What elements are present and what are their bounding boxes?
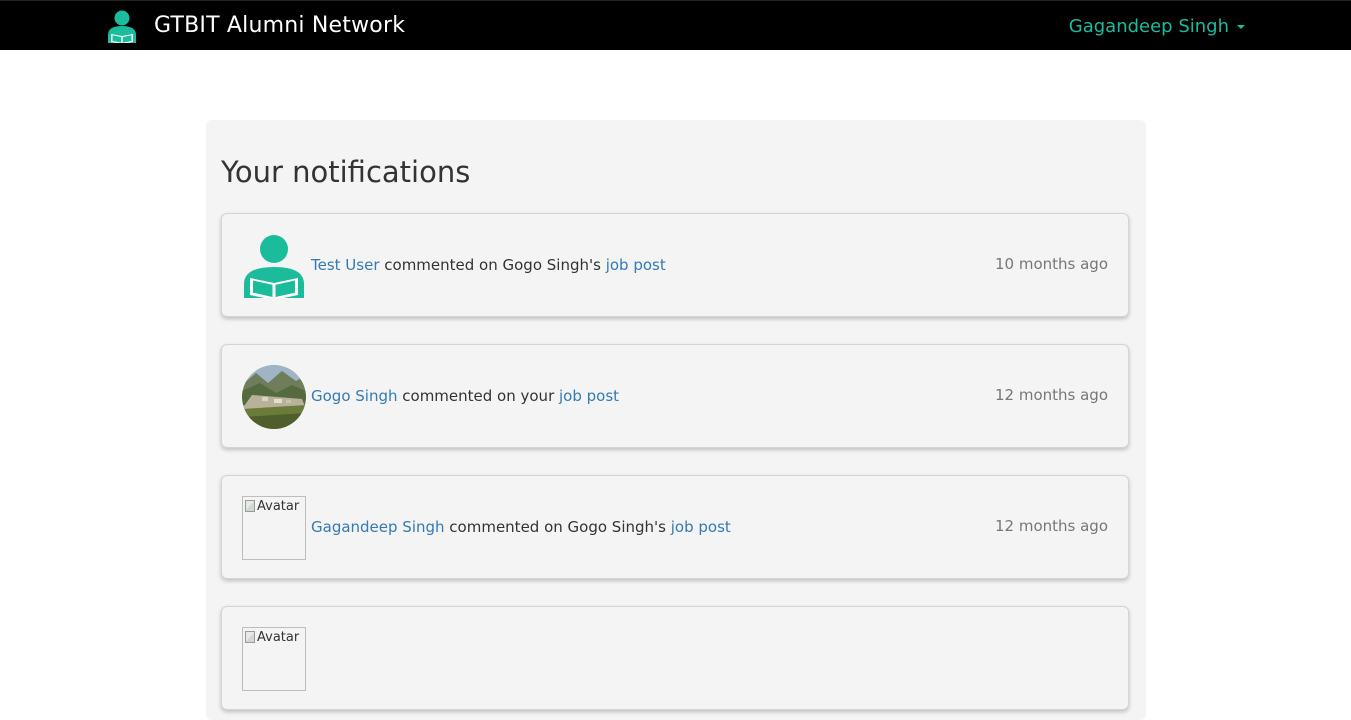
notification-time: 12 months ago [994,386,1108,404]
actor-link[interactable]: Gogo Singh [311,387,398,405]
notification-action: commented on your [397,387,559,405]
notification-card: Avatar [221,606,1129,710]
job-post-link[interactable]: job post [559,387,619,405]
notification-time: 12 months ago [994,517,1108,535]
notifications-panel: Your notifications Test User commented o… [206,120,1146,720]
broken-image-icon [245,500,255,512]
broken-image-icon [245,631,255,643]
notification-card: Avatar Gagandeep Singh commented on Gogo… [221,475,1129,579]
landscape-photo-avatar [242,365,306,429]
job-post-link[interactable]: job post [606,256,666,274]
page-title: Your notifications [221,155,471,189]
reader-user-icon [244,235,304,298]
brand-link[interactable]: GTBIT Alumni Network [105,9,405,43]
brand-title: GTBIT Alumni Network [154,13,406,38]
user-name: Gagandeep Singh [1068,15,1229,37]
notification-time: 10 months ago [994,255,1108,273]
notification-card: Test User commented on Gogo Singh's job … [221,213,1129,317]
avatar-alt-text: Avatar [257,499,300,514]
notification-action: commented on Gogo Singh's [444,518,671,536]
job-post-link[interactable]: job post [671,518,731,536]
avatar-alt-text: Avatar [257,630,300,645]
notification-message: Gagandeep Singh commented on Gogo Singh'… [311,476,731,578]
actor-link[interactable]: Test User [311,256,380,274]
actor-link[interactable]: Gagandeep Singh [311,518,445,536]
notification-card: Gogo Singh commented on your job post 12… [221,344,1129,448]
notification-action: commented on Gogo Singh's [379,256,606,274]
broken-avatar-image: Avatar [242,496,306,560]
caret-down-icon [1237,25,1245,29]
top-navbar: GTBIT Alumni Network Gagandeep Singh [0,0,1351,50]
notification-message: Gogo Singh commented on your job post [311,345,619,447]
reader-user-icon [108,10,136,43]
notification-message: Test User commented on Gogo Singh's job … [311,214,666,316]
broken-avatar-image: Avatar [242,627,306,691]
user-menu-dropdown[interactable]: Gagandeep Singh [1069,1,1245,51]
